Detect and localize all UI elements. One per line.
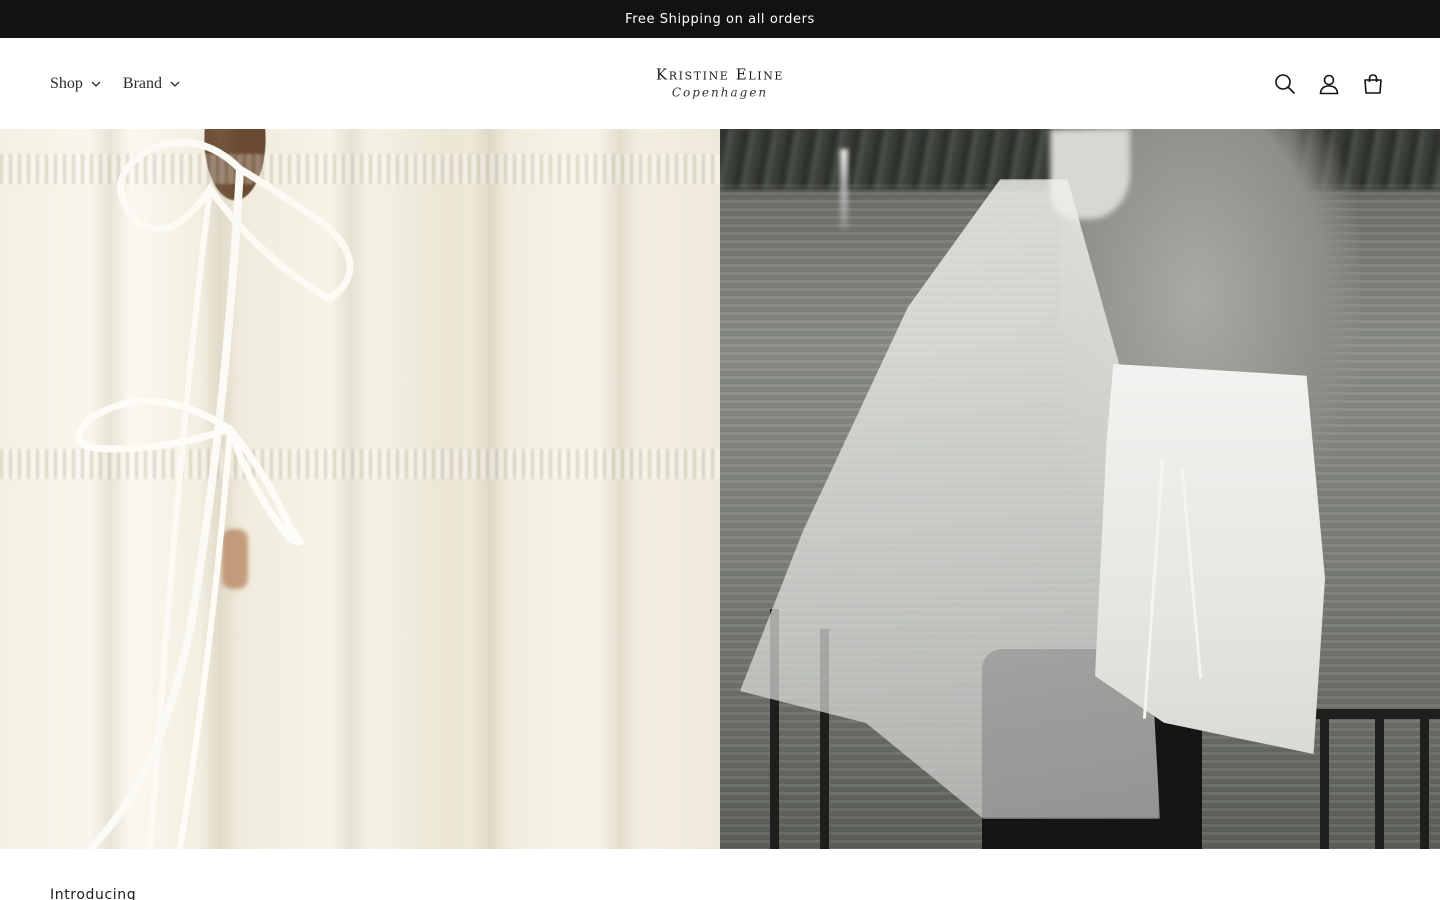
nav-shop[interactable]: Shop bbox=[50, 75, 101, 93]
logo-subtitle: Copenhagen bbox=[671, 84, 769, 99]
account-button[interactable] bbox=[1318, 73, 1340, 95]
announcement-bar: Free Shipping on all orders bbox=[0, 0, 1440, 38]
hero-image-right bbox=[720, 129, 1440, 849]
cart-button[interactable] bbox=[1362, 73, 1384, 95]
introducing-section: Introducing bbox=[0, 849, 1440, 900]
chevron-down-icon bbox=[91, 81, 101, 87]
main-nav: Shop Brand bbox=[50, 75, 180, 93]
announcement-text: Free Shipping on all orders bbox=[625, 11, 815, 27]
header-icons bbox=[1274, 73, 1384, 95]
nav-brand[interactable]: Brand bbox=[123, 75, 180, 93]
hero-banner bbox=[0, 129, 1440, 849]
nav-shop-label: Shop bbox=[50, 74, 83, 92]
hero-image-left bbox=[0, 129, 720, 849]
cart-icon bbox=[1364, 73, 1382, 94]
search-icon bbox=[1275, 73, 1296, 94]
account-icon bbox=[1319, 74, 1339, 94]
site-header: Shop Brand Kristine Eline Copenhagen bbox=[0, 38, 1440, 129]
search-button[interactable] bbox=[1274, 73, 1296, 95]
section-heading: Introducing bbox=[50, 887, 137, 900]
chevron-down-icon bbox=[170, 81, 180, 87]
logo-name: Kristine Eline bbox=[655, 64, 785, 83]
nav-brand-label: Brand bbox=[122, 74, 163, 92]
brand-logo[interactable]: Kristine Eline Copenhagen bbox=[655, 64, 785, 99]
